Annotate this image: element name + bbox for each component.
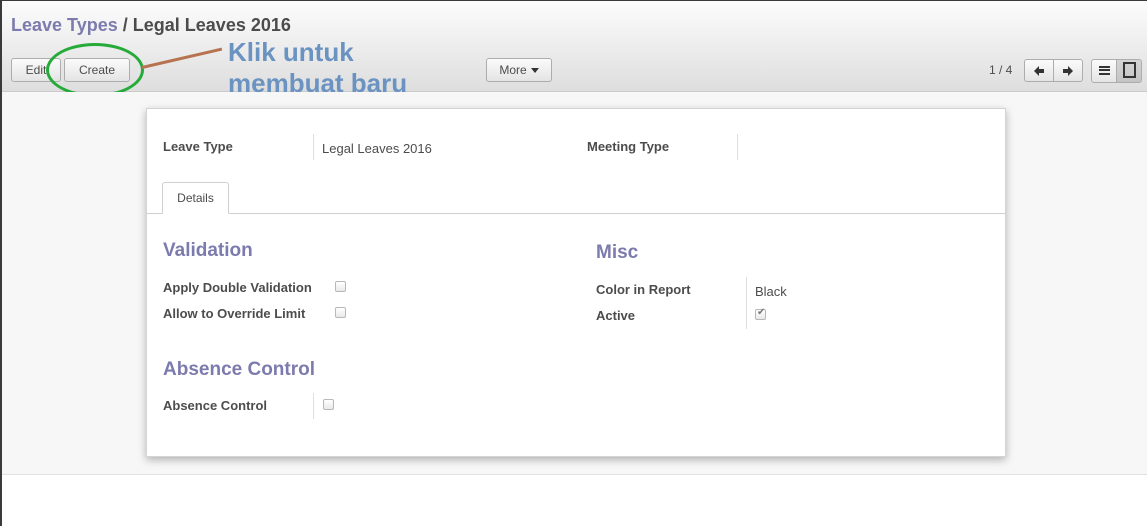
form-view-icon <box>1122 62 1136 79</box>
field-separator <box>313 393 314 419</box>
field-separator <box>737 134 738 160</box>
caret-down-icon <box>530 68 539 74</box>
list-view-button[interactable] <box>1091 59 1117 83</box>
absence-control-checkbox[interactable] <box>323 399 334 410</box>
form-view-button[interactable] <box>1116 59 1142 83</box>
leave-type-field[interactable]: Legal Leaves 2016 <box>322 141 432 156</box>
more-button[interactable]: More <box>486 58 552 82</box>
arrow-right-icon <box>1063 64 1073 78</box>
annotation-highlight-ellipse <box>46 43 144 97</box>
annotation-text: Klik untuk membuat baru <box>228 37 407 99</box>
control-panel: Leave Types / Legal Leaves 2016 Edit Cre… <box>2 1 1147 92</box>
pager-previous-button[interactable] <box>1024 59 1054 82</box>
breadcrumb-separator: / <box>122 15 128 35</box>
color-in-report-label: Color in Report <box>596 282 691 297</box>
annotation-text-line1: Klik untuk <box>228 37 354 67</box>
misc-section-title: Misc <box>596 242 639 263</box>
tab-details[interactable]: Details <box>162 182 229 214</box>
leave-type-label: Leave Type <box>163 139 233 154</box>
arrow-left-icon <box>1034 64 1044 78</box>
breadcrumb: Leave Types / Legal Leaves 2016 <box>11 15 291 36</box>
validation-section-title: Validation <box>163 240 253 261</box>
list-view-icon <box>1098 65 1110 75</box>
apply-double-validation-checkbox[interactable] <box>335 281 346 292</box>
field-separator <box>313 134 314 160</box>
breadcrumb-leave-types-link[interactable]: Leave Types <box>11 15 118 35</box>
active-checkbox[interactable] <box>755 307 766 320</box>
more-button-label: More <box>499 63 527 77</box>
allow-override-limit-checkbox[interactable] <box>335 307 346 318</box>
meeting-type-label: Meeting Type <box>587 139 670 154</box>
tab-bar-border <box>147 213 1005 214</box>
absence-control-label: Absence Control <box>163 398 268 413</box>
pager-counter[interactable]: 1 / 4 <box>989 63 1012 77</box>
apply-double-validation-label: Apply Double Validation <box>163 280 312 295</box>
color-in-report-field[interactable]: Black <box>755 284 787 299</box>
breadcrumb-current: Legal Leaves 2016 <box>132 15 291 35</box>
pager-next-button[interactable] <box>1053 59 1083 82</box>
active-label: Active <box>596 308 636 323</box>
absence-control-section-title: Absence Control <box>163 359 316 380</box>
allow-override-limit-label: Allow to Override Limit <box>163 306 306 321</box>
field-separator <box>746 277 747 329</box>
form-sheet: Leave Type Legal Leaves 2016 Meeting Typ… <box>146 108 1006 457</box>
